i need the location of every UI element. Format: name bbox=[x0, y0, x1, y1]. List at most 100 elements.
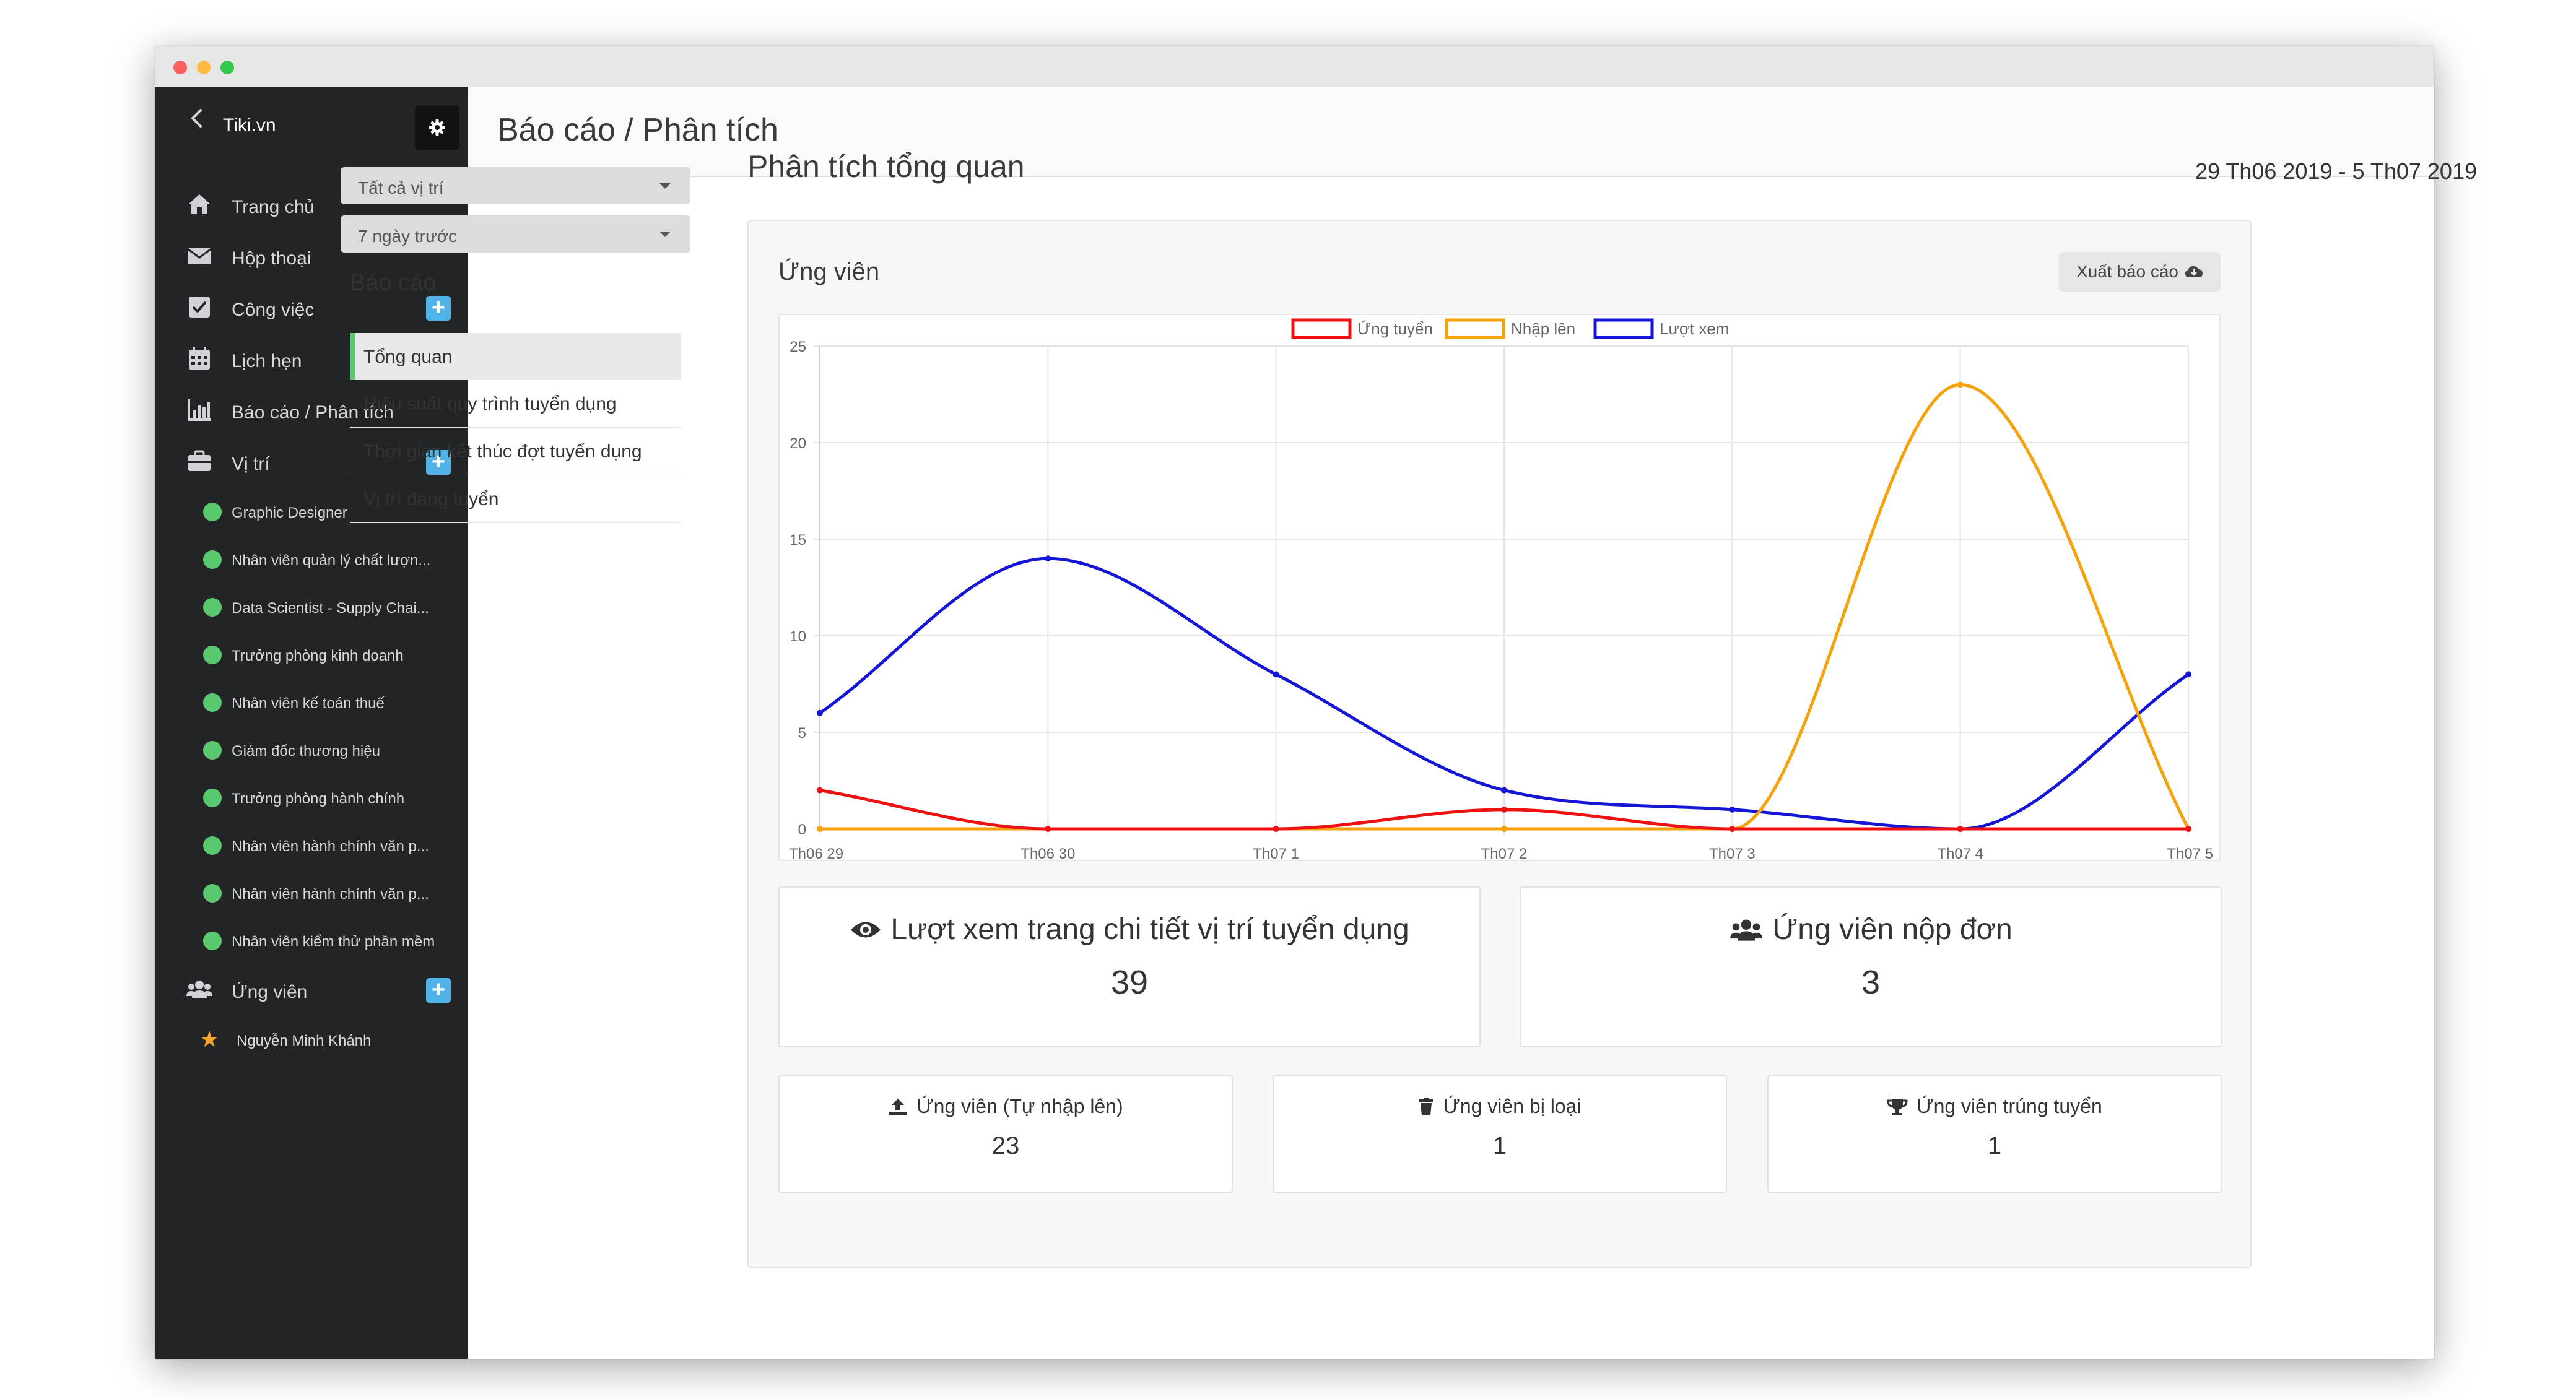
position-select[interactable]: Tất cả vị trí bbox=[341, 167, 690, 204]
checkbox-icon bbox=[189, 297, 210, 318]
card-title: Ứng viên bbox=[778, 258, 880, 285]
position-item[interactable]: Nhân viên quản lý chất lượn... bbox=[155, 535, 468, 583]
settings-button[interactable] bbox=[415, 105, 459, 150]
sidebar-item-label: Vị trí bbox=[232, 454, 270, 474]
filter-panel: Tất cả vị trí 7 ngày trước Báo cáo Tổng … bbox=[341, 167, 690, 523]
upload-icon bbox=[889, 1098, 907, 1115]
report-item-pipeline-performance[interactable]: Hiệu suất quy trình tuyển dụng bbox=[350, 380, 681, 428]
position-item[interactable]: Nhân viên hành chính văn p... bbox=[155, 821, 468, 869]
report-item-label: Hiệu suất quy trình tuyển dụng bbox=[363, 394, 617, 414]
candidates-card: Ứng viên Xuất báo cáo 0 5 10 15 20 25 Th06 29 T… bbox=[747, 220, 2252, 1268]
status-dot bbox=[203, 836, 222, 855]
data-point bbox=[817, 826, 823, 832]
legend-swatch bbox=[1445, 318, 1505, 339]
stat-label: Ứng viên (Tự nhập lên) bbox=[916, 1095, 1123, 1117]
date-range[interactable]: 29 Th06 2019 - 5 Th07 2019 bbox=[2195, 158, 2477, 184]
status-dot bbox=[203, 789, 222, 807]
users-icon bbox=[186, 981, 212, 998]
position-item[interactable]: Trưởng phòng hành chính bbox=[155, 774, 468, 821]
candidate-item[interactable]: ★ Nguyễn Minh Khánh bbox=[155, 1016, 468, 1063]
position-item[interactable]: Nhân viên kiểm thử phần mềm bbox=[155, 917, 468, 964]
caret-down-icon bbox=[659, 183, 671, 189]
position-select-value: Tất cả vị trí bbox=[358, 178, 444, 197]
stat-label-row: Ứng viên trúng tuyển bbox=[1769, 1095, 2221, 1118]
x-tick-label: Th07 4 bbox=[1937, 846, 1983, 860]
report-item-label: Vị trí đang tuyển bbox=[363, 489, 499, 509]
stat-value: 3 bbox=[1861, 964, 1881, 1001]
x-tick-label: Th07 2 bbox=[1481, 846, 1528, 860]
home-icon bbox=[188, 194, 211, 214]
report-item-overview[interactable]: Tổng quan bbox=[350, 333, 681, 380]
position-label: Trưởng phòng hành chính bbox=[232, 790, 405, 807]
window-titlebar bbox=[155, 46, 2434, 87]
y-tick-label: 25 bbox=[790, 339, 806, 355]
stat-label: Ứng viên nộp đơn bbox=[1772, 913, 2012, 946]
position-item[interactable]: Nhân viên kế toán thuế bbox=[155, 678, 468, 726]
x-tick-label: Th06 30 bbox=[1020, 846, 1075, 860]
y-tick-label: 10 bbox=[790, 628, 806, 645]
report-item-open-positions[interactable]: Vị trí đang tuyển bbox=[350, 475, 681, 523]
legend-swatch bbox=[1291, 318, 1352, 339]
users-icon bbox=[1730, 919, 1763, 941]
status-dot bbox=[203, 550, 222, 569]
status-dot bbox=[203, 693, 222, 712]
stat-hired-candidates: Ứng viên trúng tuyển 1 bbox=[1767, 1075, 2222, 1193]
maximize-window-button[interactable] bbox=[220, 61, 234, 74]
position-item[interactable]: Data Scientist - Supply Chai... bbox=[155, 583, 468, 631]
stat-label: Ứng viên bị loại bbox=[1443, 1095, 1582, 1117]
position-label: Nhân viên kiểm thử phần mềm bbox=[232, 933, 435, 950]
data-point bbox=[817, 709, 823, 716]
position-label: Data Scientist - Supply Chai... bbox=[232, 600, 429, 617]
position-item[interactable]: Nhân viên hành chính văn p... bbox=[155, 869, 468, 917]
legend-label: Nhập lên bbox=[1511, 319, 1575, 338]
status-dot bbox=[203, 932, 222, 950]
data-point bbox=[1501, 787, 1507, 794]
report-list-heading: Báo cáo bbox=[350, 270, 437, 296]
minimize-window-button[interactable] bbox=[197, 61, 211, 74]
y-tick-label: 0 bbox=[798, 821, 806, 838]
stat-value: 39 bbox=[1110, 964, 1149, 1001]
x-tick-label: Th07 3 bbox=[1709, 846, 1756, 860]
sidebar-item-candidates[interactable]: Ứng viên + bbox=[155, 964, 468, 1016]
report-item-closing-time[interactable]: Thời gian kết thúc đợt tuyển dụng bbox=[350, 428, 681, 475]
sidebar-item-label: Ứng viên bbox=[232, 982, 308, 1002]
position-label: Trưởng phòng kinh doanh bbox=[232, 648, 404, 664]
calendar-icon bbox=[189, 347, 210, 370]
period-select[interactable]: 7 ngày trước bbox=[341, 215, 690, 253]
data-point bbox=[1957, 381, 1964, 388]
star-icon: ★ bbox=[199, 1026, 220, 1052]
stat-label-row: Lượt xem trang chi tiết vị trí tuyển dụn… bbox=[780, 912, 1479, 946]
data-point bbox=[1729, 806, 1736, 813]
x-tick-label: Th07 5 bbox=[2167, 846, 2213, 860]
stat-job-views: Lượt xem trang chi tiết vị trí tuyển dụn… bbox=[778, 886, 1481, 1047]
data-point bbox=[2185, 826, 2191, 832]
data-point bbox=[1045, 826, 1051, 832]
stat-label-row: Ứng viên (Tự nhập lên) bbox=[780, 1095, 1232, 1118]
stat-value: 1 bbox=[1987, 1132, 2002, 1159]
export-report-button[interactable]: Xuất báo cáo bbox=[2058, 252, 2221, 292]
company-name[interactable]: Tiki.vn bbox=[223, 115, 276, 136]
candidate-label: Nguyễn Minh Khánh bbox=[237, 1033, 372, 1049]
y-tick-label: 5 bbox=[798, 725, 806, 742]
chevron-left-icon[interactable] bbox=[187, 108, 208, 129]
sidebar-item-label: Hộp thoại bbox=[232, 248, 311, 269]
position-item[interactable]: Giám đốc thương hiệu bbox=[155, 726, 468, 774]
data-point bbox=[1045, 555, 1051, 562]
data-point bbox=[817, 787, 823, 794]
candidates-line-chart: 0 5 10 15 20 25 Th06 29 Th06 30 Th07 1 Th07 2 Th07… bbox=[778, 314, 2221, 861]
stat-uploaded-candidates: Ứng viên (Tự nhập lên) 23 bbox=[778, 1075, 1233, 1193]
x-tick-label: Th07 1 bbox=[1253, 846, 1299, 860]
add-candidate-button[interactable]: + bbox=[426, 978, 451, 1003]
position-item[interactable]: Trưởng phòng kinh doanh bbox=[155, 631, 468, 678]
envelope-icon bbox=[187, 248, 212, 264]
stat-label: Ứng viên trúng tuyển bbox=[1917, 1095, 2102, 1117]
status-dot bbox=[203, 598, 222, 617]
position-label: Nhân viên hành chính văn p... bbox=[232, 838, 429, 855]
data-point bbox=[1957, 826, 1964, 832]
trash-icon bbox=[1419, 1097, 1434, 1115]
page-title: Báo cáo / Phân tích bbox=[497, 112, 778, 148]
status-dot bbox=[203, 503, 222, 521]
close-window-button[interactable] bbox=[173, 61, 187, 74]
sidebar-item-label: Công việc bbox=[232, 300, 315, 320]
briefcase-icon bbox=[188, 450, 211, 471]
